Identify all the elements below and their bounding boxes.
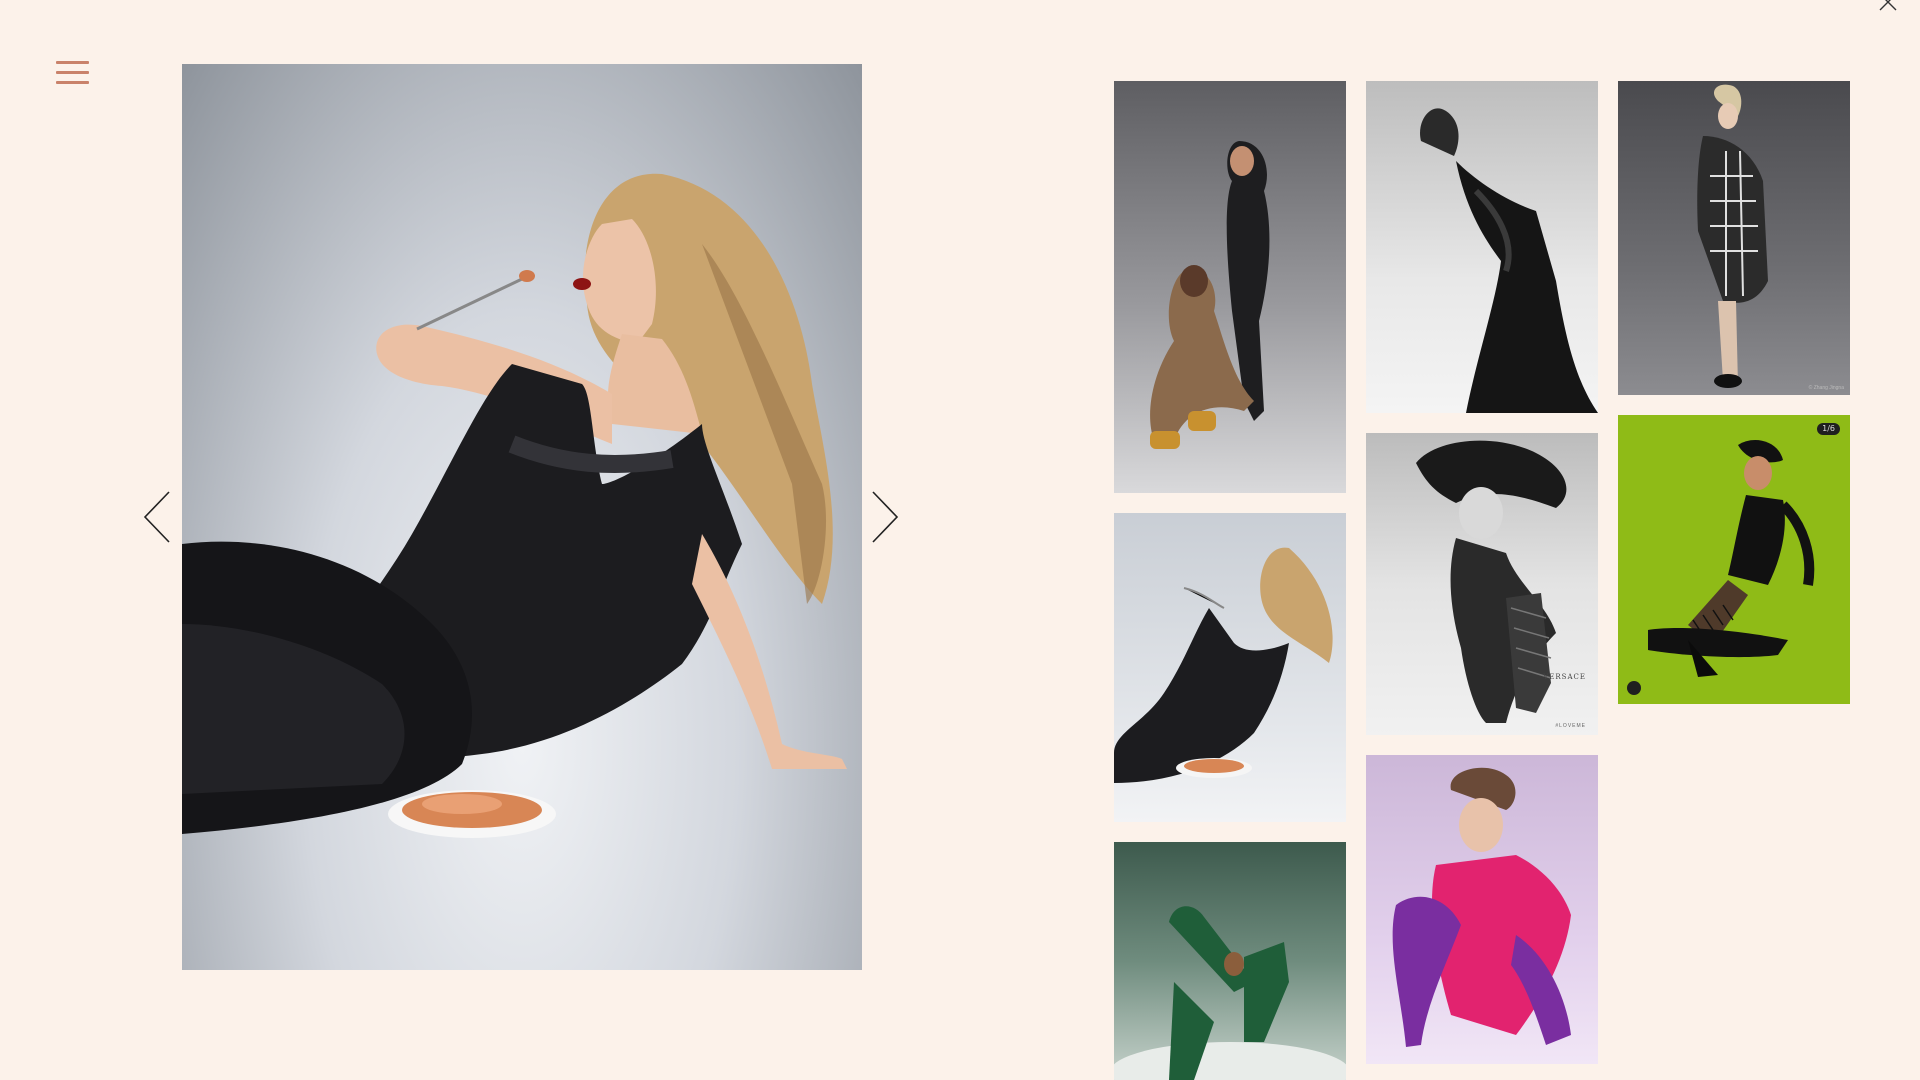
slide-count-badge: 1/6 bbox=[1817, 423, 1840, 435]
gallery-thumbnail[interactable]: © Zhang Jingna bbox=[1618, 81, 1850, 395]
hamburger-menu-icon-line bbox=[56, 61, 89, 64]
photo-credit: © Zhang Jingna bbox=[1808, 385, 1844, 391]
hamburger-menu-icon-line bbox=[56, 81, 89, 84]
gallery-thumbnail[interactable] bbox=[1114, 513, 1346, 822]
chevron-right-icon bbox=[872, 491, 899, 543]
close-icon bbox=[1879, 0, 1897, 11]
hamburger-menu-button[interactable] bbox=[56, 58, 90, 88]
chevron-left-icon bbox=[143, 491, 170, 543]
close-button[interactable] bbox=[1876, 0, 1900, 14]
hamburger-menu-icon-line bbox=[56, 71, 89, 74]
magazine-brand-label: VERSACE bbox=[1543, 673, 1586, 681]
gallery-thumbnail[interactable] bbox=[1114, 842, 1346, 1080]
gallery-thumbnail[interactable]: 1/6 bbox=[1618, 415, 1850, 704]
gallery-thumbnail[interactable] bbox=[1366, 755, 1598, 1064]
gallery-thumbnail[interactable]: VERSACE #LOVEME bbox=[1366, 433, 1598, 735]
magazine-hashtag-label: #LOVEME bbox=[1555, 723, 1586, 729]
main-photo bbox=[182, 64, 862, 970]
previous-photo-button[interactable] bbox=[142, 490, 172, 544]
user-icon bbox=[1627, 681, 1641, 695]
gallery-thumbnail[interactable] bbox=[1366, 81, 1598, 413]
next-photo-button[interactable] bbox=[870, 490, 900, 544]
main-photo-illustration bbox=[182, 173, 847, 838]
gallery-thumbnail[interactable] bbox=[1114, 81, 1346, 493]
